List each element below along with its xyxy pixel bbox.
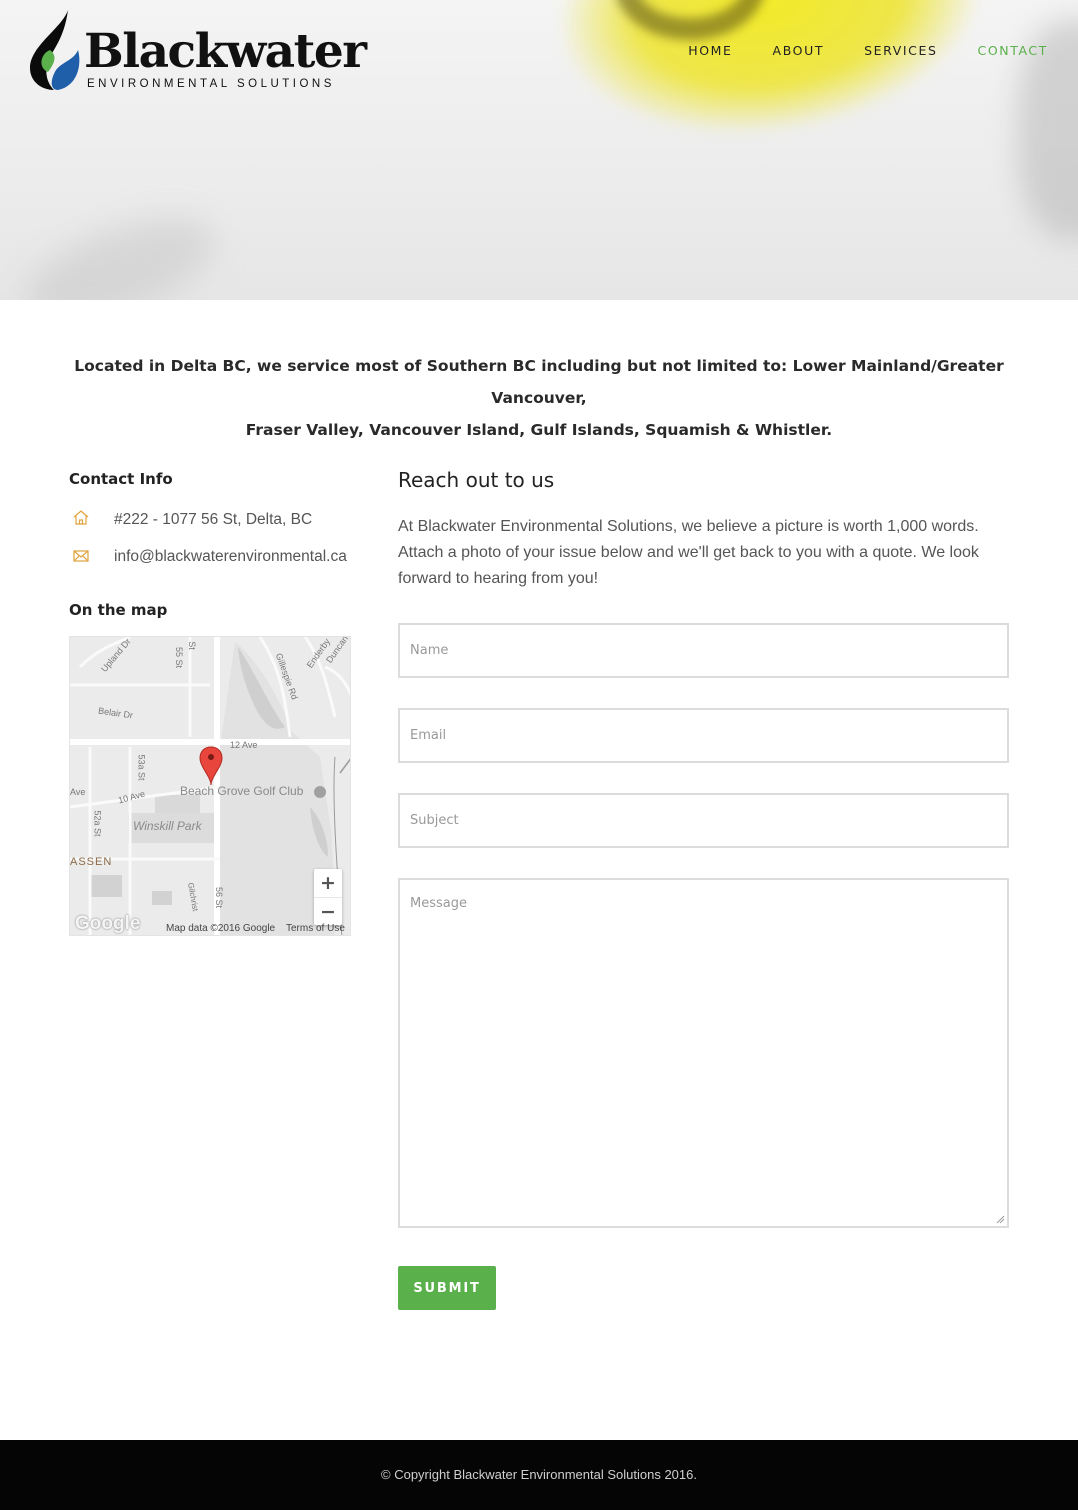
submit-button[interactable]: SUBMIT bbox=[398, 1266, 496, 1310]
contact-info-title: Contact Info bbox=[69, 470, 173, 488]
email-field bbox=[398, 708, 1009, 763]
map-zoom-out-button[interactable]: − bbox=[314, 897, 342, 925]
map-terms-link[interactable]: Terms of Use bbox=[286, 923, 345, 934]
nav-contact[interactable]: CONTACT bbox=[978, 43, 1048, 58]
map-label-assen: ASSEN bbox=[70, 856, 113, 868]
email-link[interactable]: info@blackwaterenvironmental.ca bbox=[114, 544, 350, 569]
subject-field bbox=[398, 793, 1009, 848]
map-label-golf-club: Beach Grove Golf Club bbox=[180, 784, 304, 798]
message-field bbox=[398, 878, 1009, 1228]
nav-about[interactable]: ABOUT bbox=[773, 43, 825, 58]
location-map[interactable]: Upland Dr 55 St St Gillespie Rd Enderby … bbox=[69, 636, 351, 936]
address-row: #222 - 1077 56 St, Delta, BC bbox=[69, 507, 351, 532]
map-label-53a: 53a St bbox=[136, 754, 147, 781]
map-attribution: Map data ©2016 Google bbox=[166, 923, 276, 934]
home-icon bbox=[73, 510, 89, 525]
intro-line-1: Located in Delta BC, we service most of … bbox=[74, 357, 1004, 407]
map-label-55st: 55 St bbox=[174, 646, 185, 669]
google-logo[interactable]: Google bbox=[75, 913, 140, 935]
hero-grey-blur-left bbox=[12, 198, 228, 300]
map-label-56st: 56 St bbox=[214, 886, 225, 909]
envelope-icon bbox=[73, 550, 89, 562]
map-label-ave-left: Ave bbox=[70, 787, 86, 797]
email-row: info@blackwaterenvironmental.ca bbox=[69, 544, 351, 569]
brand-tagline: ENVIRONMENTAL SOLUTIONS bbox=[87, 78, 335, 90]
email-input[interactable] bbox=[400, 710, 1007, 761]
brand-name: Blackwater bbox=[84, 24, 367, 79]
map-zoom-in-button[interactable]: + bbox=[314, 869, 342, 897]
map-label-winskill-park: Winskill Park bbox=[133, 819, 202, 833]
main-nav: HOME ABOUT SERVICES CONTACT bbox=[688, 43, 1048, 58]
name-input[interactable] bbox=[400, 625, 1007, 676]
form-title: Reach out to us bbox=[398, 468, 555, 492]
site-logo[interactable]: Blackwater ENVIRONMENTAL SOLUTIONS bbox=[28, 10, 367, 96]
copyright-text: © Copyright Blackwater Environmental Sol… bbox=[381, 1467, 697, 1482]
resize-grip-icon[interactable] bbox=[995, 1214, 1005, 1224]
map-title: On the map bbox=[69, 601, 168, 619]
intro-line-2: Fraser Valley, Vancouver Island, Gulf Is… bbox=[245, 421, 833, 439]
name-field bbox=[398, 623, 1009, 678]
message-textarea[interactable] bbox=[400, 880, 1007, 1226]
contact-info-column: Contact Info #222 - 1077 56 St, Delta, B… bbox=[69, 470, 351, 936]
water-drop-logo-icon bbox=[30, 10, 80, 90]
nav-home[interactable]: HOME bbox=[688, 43, 732, 58]
map-label-st-top: St bbox=[186, 641, 197, 650]
form-description: At Blackwater Environmental Solutions, w… bbox=[398, 518, 979, 587]
address-text: #222 - 1077 56 St, Delta, BC bbox=[114, 511, 313, 528]
map-label-12ave: 12 Ave bbox=[230, 740, 258, 750]
map-label-52a: 52a St bbox=[92, 810, 103, 837]
map-zoom-control: + − bbox=[314, 869, 342, 925]
nav-services[interactable]: SERVICES bbox=[864, 43, 937, 58]
site-footer: © Copyright Blackwater Environmental Sol… bbox=[0, 1440, 1078, 1510]
subject-input[interactable] bbox=[400, 795, 1007, 846]
service-area-intro: Located in Delta BC, we service most of … bbox=[60, 350, 1018, 446]
contact-form-column: Reach out to us At Blackwater Environmen… bbox=[398, 468, 1009, 1310]
hero-yellow-blur bbox=[544, 0, 996, 159]
